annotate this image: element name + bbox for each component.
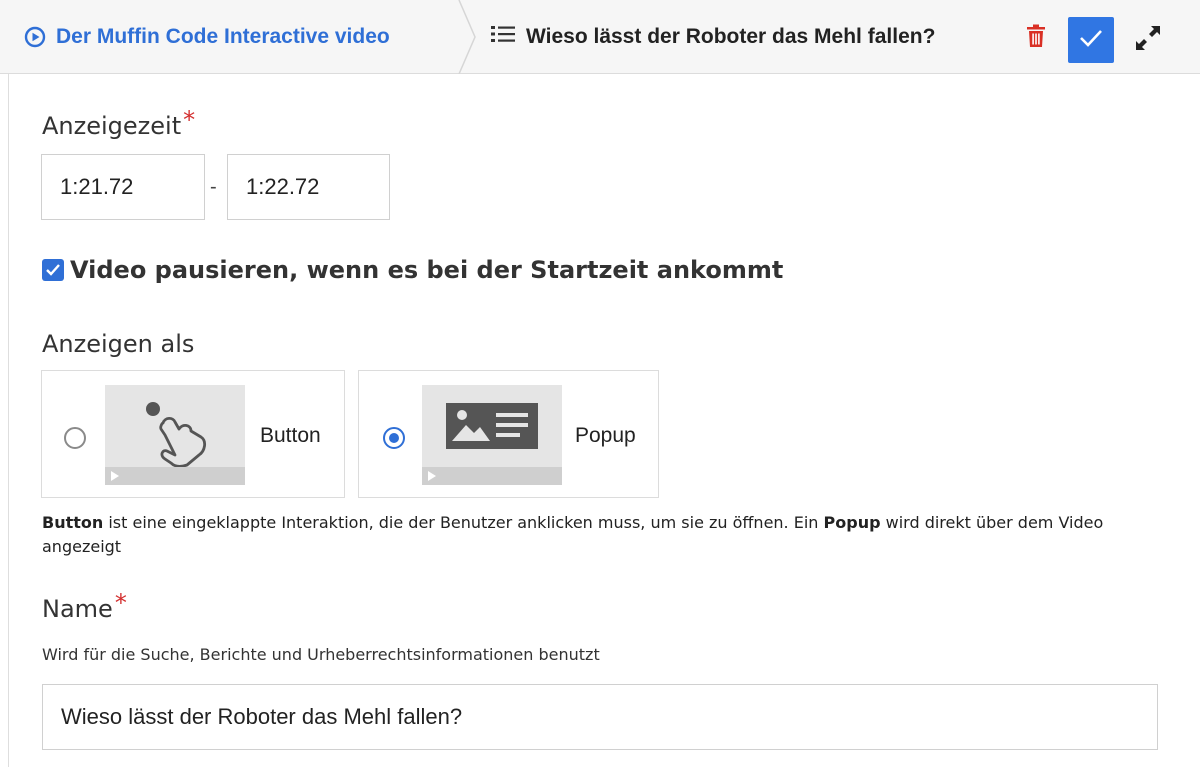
end-time-input[interactable] [227, 154, 390, 220]
option-popup-label: Popup [575, 424, 636, 447]
pause-checkbox[interactable] [42, 259, 64, 281]
time-range-separator: - [210, 176, 217, 198]
display-time-label-text: Anzeigezeit [42, 112, 182, 140]
display-as-help: Button ist eine eingeklappte Interaktion… [42, 511, 1152, 559]
play-icon [428, 471, 436, 481]
required-marker: * [183, 106, 196, 134]
help-term-popup: Popup [823, 513, 881, 532]
display-as-label: Anzeigen als [42, 330, 195, 358]
breadcrumb-separator [458, 0, 476, 74]
hand-tap-icon [146, 402, 206, 468]
option-popup-radio[interactable] [383, 427, 405, 449]
name-help: Wird für die Suche, Berichte und Urheber… [42, 645, 600, 664]
display-time-label: Anzeigezeit* [42, 106, 195, 140]
content-border [8, 74, 9, 767]
required-marker: * [114, 589, 127, 617]
option-button-label: Button [260, 424, 321, 447]
expand-arrows-icon [1133, 23, 1163, 58]
breadcrumb-current-label: Wieso lässt der Roboter das Mehl fallen? [526, 25, 936, 48]
help-term-button: Button [42, 513, 104, 532]
image-text-icon [446, 403, 538, 449]
popup-preview-thumbnail [422, 385, 562, 485]
name-input[interactable] [42, 684, 1158, 750]
delete-button[interactable] [1022, 24, 1050, 52]
trash-icon [1026, 24, 1046, 53]
breadcrumb-root[interactable]: Der Muffin Code Interactive video [24, 0, 390, 74]
name-label-text: Name [42, 595, 113, 623]
pause-checkbox-label: Video pausieren, wenn es bei der Startze… [70, 256, 784, 284]
confirm-button[interactable] [1068, 17, 1114, 63]
fullscreen-button[interactable] [1130, 22, 1166, 58]
button-preview-thumbnail [105, 385, 245, 485]
help-text-part1: ist eine eingeklappte Interaktion, die d… [103, 513, 824, 532]
option-popup-card[interactable]: Popup [358, 370, 659, 498]
play-circle-icon [24, 26, 46, 48]
checkbox-check-icon [46, 264, 60, 276]
option-button-card[interactable]: Button [41, 370, 345, 498]
option-button-radio[interactable] [64, 427, 86, 449]
name-label: Name* [42, 589, 127, 623]
list-icon [490, 23, 516, 51]
play-icon [111, 471, 119, 481]
pause-checkbox-row[interactable]: Video pausieren, wenn es bei der Startze… [42, 256, 783, 284]
start-time-input[interactable] [41, 154, 205, 220]
editor-header: Der Muffin Code Interactive video Wieso … [0, 0, 1200, 74]
checkmark-icon [1079, 28, 1103, 53]
breadcrumb-root-label: Der Muffin Code Interactive video [56, 25, 390, 48]
breadcrumb-current: Wieso lässt der Roboter das Mehl fallen? [490, 0, 935, 74]
